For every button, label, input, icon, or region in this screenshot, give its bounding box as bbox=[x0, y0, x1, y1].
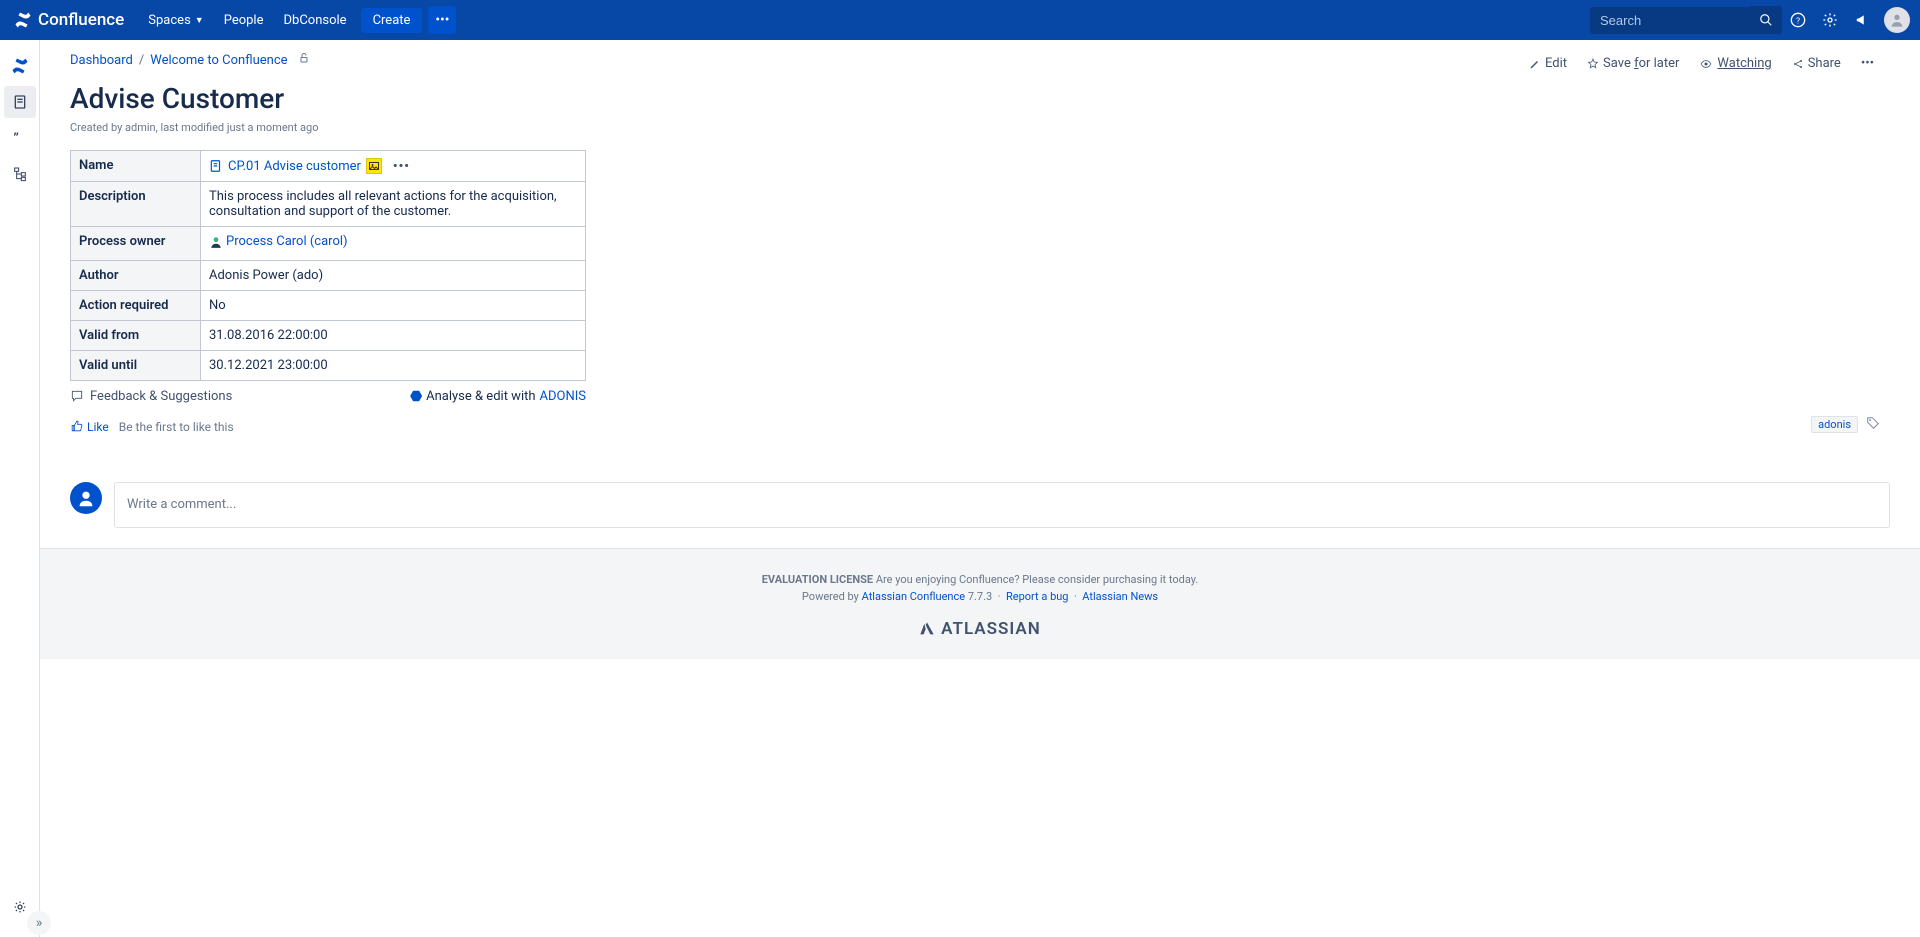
atlassian-logo[interactable]: ATLASSIAN bbox=[60, 619, 1900, 639]
sidebar-space-logo[interactable] bbox=[4, 50, 36, 82]
page-footer: EVALUATION LICENSE Are you enjoying Conf… bbox=[40, 548, 1920, 659]
search-icon bbox=[1759, 13, 1773, 27]
eye-icon bbox=[1699, 58, 1713, 70]
speech-icon bbox=[70, 389, 84, 403]
gear-icon bbox=[1822, 12, 1838, 28]
user-icon bbox=[209, 235, 223, 249]
user-avatar[interactable] bbox=[1884, 7, 1910, 33]
edit-button[interactable]: Edit bbox=[1523, 52, 1573, 75]
confluence-logo[interactable]: Confluence bbox=[14, 10, 124, 30]
page-icon bbox=[12, 94, 28, 110]
process-name-link[interactable]: CP.01 Advise customer bbox=[228, 159, 361, 174]
lock-open-icon bbox=[298, 52, 310, 64]
sidebar-expand-button[interactable]: » bbox=[27, 911, 51, 935]
add-label-button[interactable] bbox=[1866, 416, 1880, 434]
label-action: Action required bbox=[71, 290, 201, 320]
value-description: This process includes all relevant actio… bbox=[201, 182, 586, 227]
thumbs-up-icon bbox=[70, 420, 83, 433]
label-icon bbox=[1866, 416, 1880, 430]
brand-label: Confluence bbox=[38, 10, 124, 30]
tag-adonis[interactable]: adonis bbox=[1811, 416, 1858, 433]
confluence-icon bbox=[14, 11, 32, 29]
image-attachment-icon[interactable] bbox=[366, 158, 382, 174]
eval-license-text: Are you enjoying Confluence? Please cons… bbox=[873, 573, 1198, 586]
label-author: Author bbox=[71, 260, 201, 290]
atlassian-icon bbox=[919, 621, 935, 637]
value-author: Adonis Power (ado) bbox=[201, 260, 586, 290]
search-input[interactable] bbox=[1590, 7, 1750, 34]
byline-modified[interactable]: just a moment ago bbox=[227, 121, 319, 134]
svg-text:”: ” bbox=[13, 131, 18, 146]
nav-dbconsole[interactable]: DbConsole bbox=[273, 0, 356, 40]
tree-icon bbox=[12, 166, 28, 182]
comment-user-avatar bbox=[70, 482, 102, 514]
label-owner: Process owner bbox=[71, 227, 201, 261]
like-button[interactable]: Like bbox=[70, 420, 109, 434]
eval-license-label: EVALUATION LICENSE bbox=[762, 573, 873, 586]
metadata-table: Name CP.01 Advise customer ••• Descripti… bbox=[70, 150, 586, 381]
help-icon: ? bbox=[1790, 12, 1806, 28]
like-count-text: Be the first to like this bbox=[119, 420, 234, 434]
person-icon bbox=[1889, 12, 1905, 28]
label-description: Description bbox=[71, 182, 201, 227]
footer-report-bug[interactable]: Report a bug bbox=[1006, 590, 1069, 603]
chevron-down-icon: ▼ bbox=[195, 15, 204, 26]
confluence-space-icon bbox=[11, 57, 29, 75]
settings-button[interactable] bbox=[1814, 4, 1846, 36]
value-from: 31.08.2016 22:00:00 bbox=[201, 320, 586, 350]
pencil-icon bbox=[1529, 58, 1541, 70]
watching-button[interactable]: Watching bbox=[1693, 52, 1777, 75]
nav-people[interactable]: People bbox=[214, 0, 274, 40]
page-byline: Created by admin, last modified just a m… bbox=[70, 121, 1880, 134]
value-action: No bbox=[201, 290, 586, 320]
save-for-later-button[interactable]: Save for later bbox=[1581, 52, 1685, 75]
label-from: Valid from bbox=[71, 320, 201, 350]
nav-spaces[interactable]: Spaces▼ bbox=[138, 0, 213, 40]
footer-product-link[interactable]: Atlassian Confluence bbox=[862, 590, 965, 603]
breadcrumb: Dashboard / Welcome to Confluence bbox=[70, 52, 1523, 68]
avatar-icon bbox=[75, 487, 97, 509]
share-icon bbox=[1792, 58, 1804, 70]
notifications-button[interactable] bbox=[1846, 4, 1878, 36]
breadcrumb-dashboard[interactable]: Dashboard bbox=[70, 53, 133, 68]
page-more-button[interactable]: ••• bbox=[1855, 52, 1880, 75]
sidebar-blog[interactable]: ” bbox=[4, 122, 36, 154]
svg-text:?: ? bbox=[1796, 16, 1800, 26]
help-button[interactable]: ? bbox=[1782, 4, 1814, 36]
feedback-link[interactable]: Feedback & Suggestions bbox=[70, 389, 232, 404]
chevron-double-right-icon: » bbox=[36, 915, 43, 931]
quote-icon: ” bbox=[12, 130, 28, 146]
breadcrumb-restrictions-icon[interactable] bbox=[298, 52, 310, 68]
page-title: Advise Customer bbox=[70, 82, 1880, 115]
hexagon-icon bbox=[410, 390, 422, 402]
process-doc-icon bbox=[209, 159, 223, 173]
label-name: Name bbox=[71, 151, 201, 182]
owner-link[interactable]: Process Carol (carol) bbox=[226, 234, 348, 249]
label-until: Valid until bbox=[71, 350, 201, 380]
gear-small-icon bbox=[12, 899, 28, 915]
megaphone-icon bbox=[1855, 13, 1869, 27]
comment-input[interactable]: Write a comment... bbox=[114, 482, 1890, 528]
share-button[interactable]: Share bbox=[1786, 52, 1847, 75]
star-icon bbox=[1587, 58, 1599, 70]
search-button[interactable] bbox=[1750, 6, 1782, 34]
sidebar-pages[interactable] bbox=[4, 86, 36, 118]
create-button[interactable]: Create bbox=[361, 8, 423, 33]
footer-news[interactable]: Atlassian News bbox=[1082, 590, 1158, 603]
sidebar-tree[interactable] bbox=[4, 158, 36, 190]
breadcrumb-welcome[interactable]: Welcome to Confluence bbox=[150, 53, 287, 68]
more-actions-button[interactable]: ••• bbox=[428, 6, 456, 34]
row-more-icon[interactable]: ••• bbox=[393, 159, 410, 174]
byline-author[interactable]: admin bbox=[125, 121, 156, 134]
more-horizontal-icon: ••• bbox=[1861, 56, 1874, 71]
more-horizontal-icon: ••• bbox=[435, 12, 449, 28]
value-until: 30.12.2021 23:00:00 bbox=[201, 350, 586, 380]
analyse-link[interactable]: Analyse & edit with ADONIS bbox=[410, 389, 586, 404]
